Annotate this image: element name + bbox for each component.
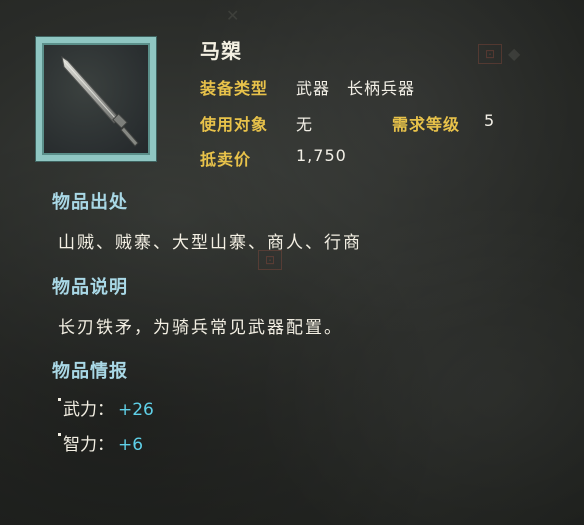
required-level-label: 需求等级 (392, 115, 461, 134)
price-label: 抵卖价 (200, 150, 252, 169)
item-name: 马槊 (200, 39, 242, 63)
stat-label: 武力： (63, 400, 114, 420)
item-icon-frame (36, 37, 156, 161)
description-text: 长刃铁矛，为骑兵常见武器配置。 (58, 318, 343, 338)
price-value: 1,750 (296, 146, 347, 165)
background-seal-icon: ⊡ (478, 44, 502, 64)
stat-value: +6 (118, 435, 144, 455)
stat-row-strength: 武力： +26 (58, 395, 154, 420)
bullet-icon (58, 398, 61, 401)
target-label: 使用对象 (200, 115, 269, 134)
stat-value: +26 (118, 400, 154, 420)
stat-label: 智力： (63, 435, 114, 455)
target-value: 无 (296, 115, 314, 134)
origin-title: 物品出处 (52, 192, 128, 213)
stat-row-intelligence: 智力： +6 (58, 430, 143, 455)
description-title: 物品说明 (52, 277, 128, 298)
origin-text: 山贼、贼寨、大型山寨、商人、行商 (58, 233, 362, 253)
bullet-icon (58, 433, 61, 436)
equip-type-label: 装备类型 (200, 79, 269, 98)
background-map-seal-icon: ⊡ (258, 250, 282, 270)
info-title: 物品情报 (52, 361, 128, 382)
equip-type-value: 武器 长柄兵器 (296, 79, 416, 98)
background-glyph-icon: ◆ (508, 44, 521, 63)
background-emblem-icon: ✕ (226, 6, 240, 25)
required-level-value: 5 (484, 111, 496, 130)
spear-blade-icon (61, 55, 139, 147)
